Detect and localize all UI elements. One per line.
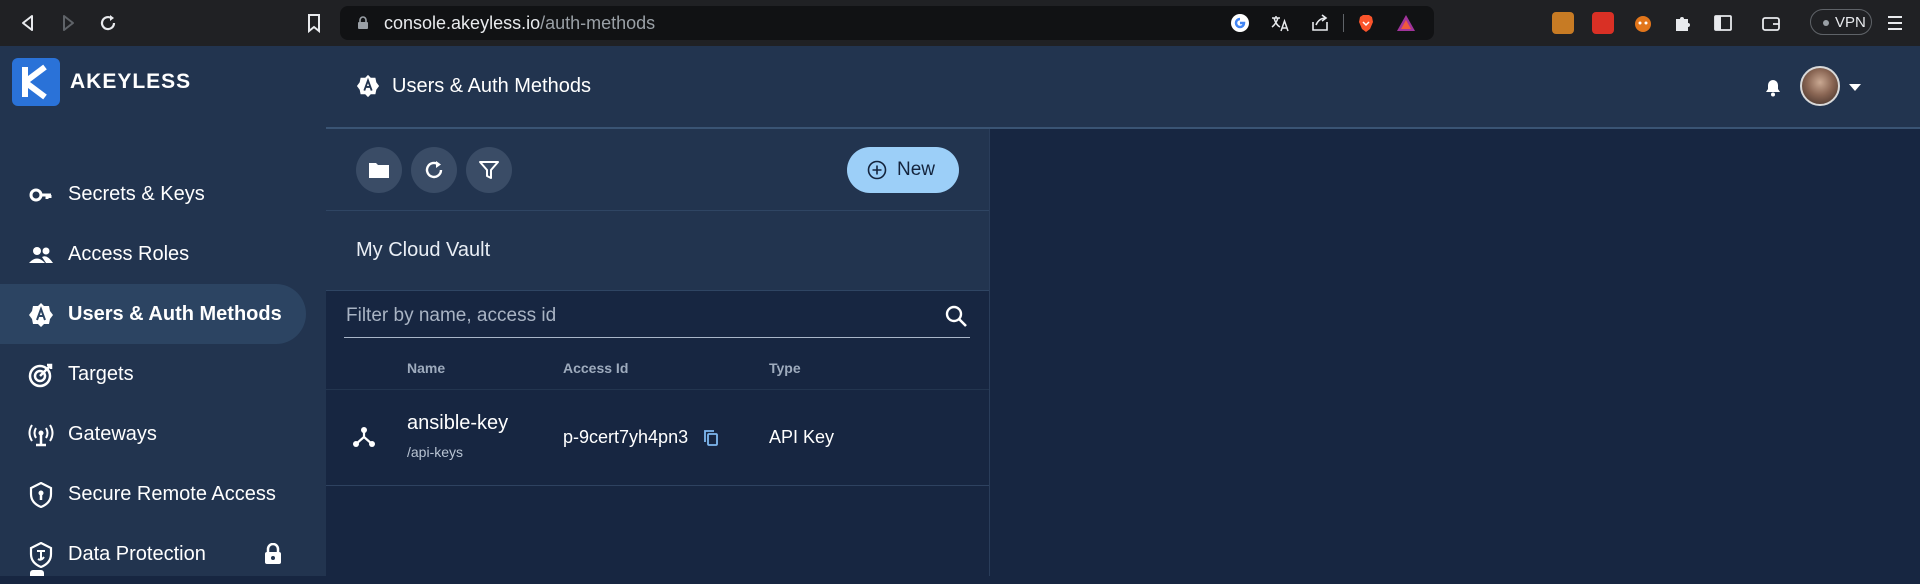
column-header-type[interactable]: Type: [769, 360, 801, 376]
sidebar-item-label: Data Protection: [68, 543, 206, 565]
auth-badge-icon: [29, 303, 53, 327]
rewards-icon[interactable]: [1396, 13, 1416, 33]
menu-icon[interactable]: [1884, 12, 1906, 34]
sidebar: AKEYLESS Secrets & Keys Access Roles Use…: [0, 46, 326, 576]
auth-method-path: /api-keys: [407, 444, 464, 460]
sidebar-item-secure-remote-access[interactable]: Secure Remote Access: [0, 464, 306, 524]
new-button-label: New: [897, 159, 936, 180]
target-icon: [28, 363, 53, 388]
sidebar-item-gateways[interactable]: Gateways: [0, 404, 306, 464]
filter-button[interactable]: [466, 147, 512, 193]
auth-method-name: ansible-key: [407, 412, 509, 434]
shield-icon: [29, 542, 53, 568]
filter-icon: [479, 161, 499, 179]
forward-icon[interactable]: [56, 11, 80, 35]
sidebar-item-access-roles[interactable]: Access Roles: [0, 224, 306, 284]
back-icon[interactable]: [16, 11, 40, 35]
auth-badge-icon: [356, 74, 380, 98]
page-title: Users & Auth Methods: [392, 75, 591, 97]
page-header: Users & Auth Methods: [326, 46, 1920, 129]
auth-method-type: API Key: [769, 427, 835, 447]
extension-1-icon[interactable]: [1552, 12, 1574, 34]
auth-methods-panel: New My Cloud Vault Name Access Id Type a…: [326, 129, 990, 576]
brand-name: AKEYLESS: [70, 70, 192, 93]
sidebar-item-secrets-keys[interactable]: Secrets & Keys: [0, 164, 306, 224]
divider: [1343, 14, 1344, 32]
avatar[interactable]: [1800, 66, 1840, 106]
plus-circle-icon: [867, 160, 887, 180]
lock-icon: [265, 543, 281, 564]
google-icon[interactable]: [1230, 13, 1250, 33]
refresh-icon: [425, 161, 443, 179]
partial-nav-icon: [30, 570, 44, 576]
bookmark-icon[interactable]: [302, 11, 326, 35]
folder-icon: [369, 163, 389, 178]
sidebar-item-label: Gateways: [68, 423, 157, 445]
sidebar-item-targets[interactable]: Targets: [0, 344, 306, 404]
column-header-name[interactable]: Name: [407, 360, 445, 376]
sidebar-item-label: Targets: [68, 363, 134, 385]
puzzle-icon[interactable]: [1672, 12, 1694, 34]
sidebar-item-users-auth-methods[interactable]: Users & Auth Methods: [0, 284, 306, 344]
vpn-button[interactable]: VPN: [1810, 9, 1872, 35]
shield-lock-icon: [29, 482, 53, 508]
filter-input[interactable]: [344, 294, 938, 338]
people-icon: [29, 247, 53, 263]
new-button[interactable]: New: [847, 147, 959, 193]
chevron-down-icon[interactable]: [1848, 80, 1862, 94]
vpn-status-dot: [1823, 20, 1829, 26]
sidebar-item-label: Secrets & Keys: [68, 183, 205, 205]
brave-icon[interactable]: [1356, 13, 1376, 33]
extension-2-icon[interactable]: [1592, 12, 1614, 34]
gateway-icon: [28, 424, 54, 447]
key-icon: [29, 188, 52, 202]
vault-breadcrumb[interactable]: My Cloud Vault: [326, 211, 989, 291]
reload-icon[interactable]: [96, 11, 120, 35]
access-id-value: p-9cert7yh4pn3: [563, 427, 689, 447]
refresh-button[interactable]: [411, 147, 457, 193]
wallet-icon[interactable]: [1760, 12, 1782, 34]
akeyless-logo-icon[interactable]: [12, 58, 60, 106]
detail-pane: [990, 129, 1920, 576]
sidebar-item-label: Users & Auth Methods: [68, 303, 282, 325]
fox-extension-icon[interactable]: [1632, 12, 1654, 34]
folder-button[interactable]: [356, 147, 402, 193]
sidebar-item-label: Access Roles: [68, 243, 190, 265]
translate-icon[interactable]: [1270, 13, 1290, 33]
share-icon[interactable]: [1310, 13, 1330, 33]
search-icon[interactable]: [944, 304, 968, 328]
filter-field: [344, 294, 970, 338]
address-bar[interactable]: console.akeyless.io/auth-methods: [340, 6, 1434, 40]
sidebar-item-label: Secure Remote Access: [68, 483, 276, 505]
bell-icon[interactable]: [1762, 76, 1784, 98]
lock-icon: [358, 16, 368, 29]
sidebar-toggle-icon[interactable]: [1712, 12, 1734, 34]
api-key-icon: [353, 427, 375, 447]
table-row[interactable]: ansible-key /api-keys p-9cert7yh4pn3 API…: [326, 390, 989, 486]
url-text: console.akeyless.io/auth-methods: [384, 13, 656, 33]
copy-icon[interactable]: [702, 429, 720, 447]
browser-toolbar: console.akeyless.io/auth-methods VPN: [0, 0, 1920, 46]
vault-name: My Cloud Vault: [356, 239, 491, 261]
panel-toolbar: New: [326, 129, 989, 211]
sidebar-item-data-protection[interactable]: Data Protection: [0, 524, 306, 584]
column-header-access-id[interactable]: Access Id: [563, 360, 628, 376]
